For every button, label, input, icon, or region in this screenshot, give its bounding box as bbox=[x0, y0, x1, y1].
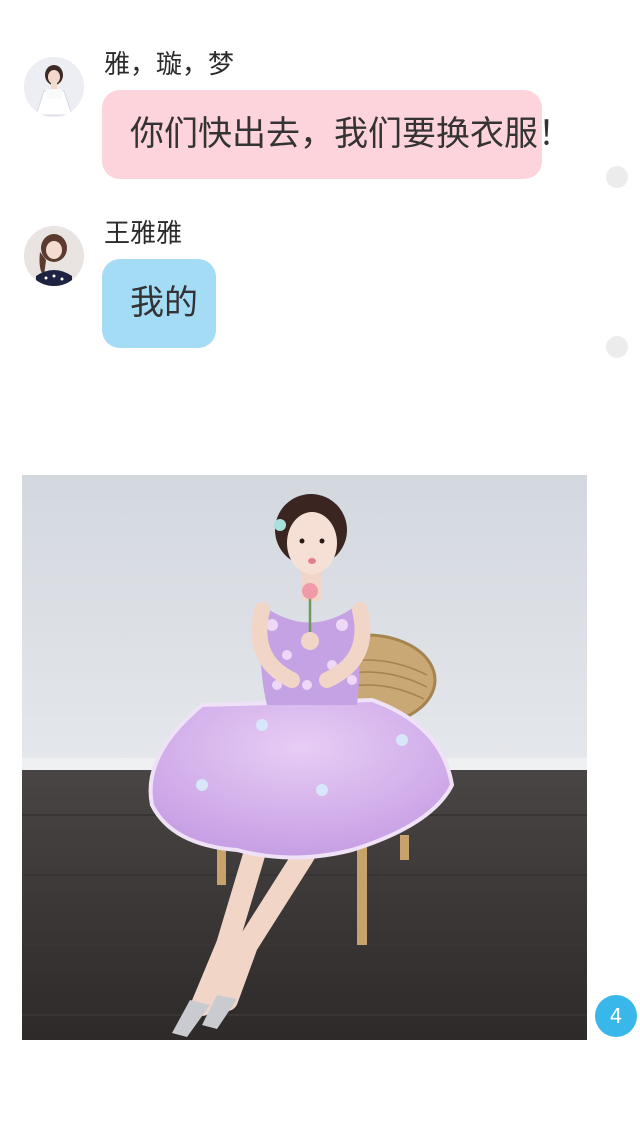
message-bubble[interactable]: 我的 bbox=[102, 259, 216, 348]
page-number-badge[interactable]: 4 bbox=[595, 995, 637, 1037]
sender-name: 王雅雅 bbox=[104, 219, 183, 249]
girl-lavender-dress-photo-icon bbox=[22, 475, 587, 1040]
read-status-dot bbox=[606, 166, 628, 188]
girl-white-dress-avatar-icon bbox=[24, 57, 84, 117]
sender-name: 雅，璇，梦 bbox=[104, 50, 235, 80]
shared-photo[interactable] bbox=[22, 475, 587, 1040]
avatar[interactable] bbox=[24, 57, 84, 117]
girl-dark-hair-avatar-icon bbox=[24, 226, 84, 286]
avatar[interactable] bbox=[24, 226, 84, 286]
chat-screen: 雅，璇，梦 你们快出去，我们要换衣服！ 王雅雅 我的 4 bbox=[0, 0, 640, 1142]
read-status-dot bbox=[606, 336, 628, 358]
message-bubble[interactable]: 你们快出去，我们要换衣服！ bbox=[102, 90, 572, 179]
